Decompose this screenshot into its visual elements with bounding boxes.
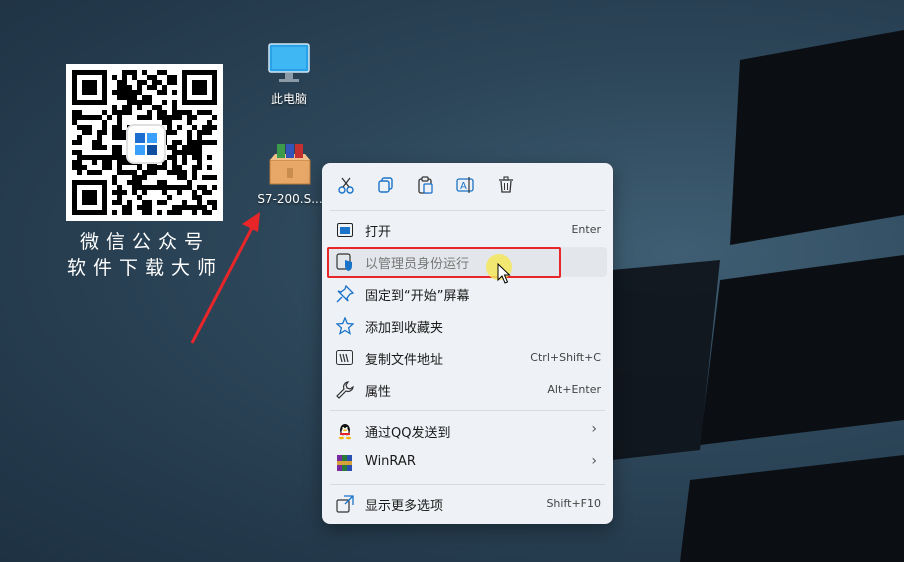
context-menu: A 打开 Enter 以管理员身份运行 固定到“开始”屏幕 添加到收藏夹 复制文… bbox=[322, 163, 613, 524]
paste-button[interactable] bbox=[412, 174, 438, 200]
menu-item-send-via-qq[interactable]: 通过QQ发送到 › bbox=[328, 416, 607, 446]
logo-icon bbox=[126, 124, 166, 164]
trash-icon bbox=[497, 176, 515, 198]
menu-item-copy-path[interactable]: 复制文件地址 Ctrl+Shift+C bbox=[328, 343, 607, 373]
menu-item-pin-to-start[interactable]: 固定到“开始”屏幕 bbox=[328, 279, 607, 309]
menu-item-label: 复制文件地址 bbox=[365, 353, 444, 368]
pin-icon bbox=[336, 285, 354, 303]
open-window-icon bbox=[336, 221, 354, 239]
desktop-icon-s7-200[interactable]: S7-200.S... bbox=[254, 140, 326, 206]
delete-button[interactable] bbox=[493, 174, 519, 200]
rename-icon: A bbox=[456, 176, 474, 198]
mouse-cursor-icon bbox=[497, 263, 511, 284]
star-icon bbox=[336, 317, 354, 335]
menu-item-label: 属性 bbox=[365, 385, 392, 400]
wrench-icon bbox=[336, 381, 354, 399]
menu-item-label: 固定到“开始”屏幕 bbox=[365, 289, 470, 304]
copy-button[interactable] bbox=[373, 174, 399, 200]
menu-item-add-to-favorites[interactable]: 添加到收藏夹 bbox=[328, 311, 607, 341]
svg-text:A: A bbox=[460, 181, 467, 192]
more-options-icon bbox=[336, 495, 354, 513]
qq-penguin-icon bbox=[336, 422, 354, 440]
menu-item-shortcut: Enter bbox=[571, 223, 601, 236]
desktop-icon-label: 此电脑 bbox=[270, 92, 307, 106]
copy-path-icon bbox=[336, 349, 354, 367]
menu-item-label: WinRAR bbox=[365, 454, 416, 469]
winrar-archive-icon bbox=[265, 140, 315, 186]
menu-item-label: 通过QQ发送到 bbox=[365, 426, 451, 441]
menu-item-shortcut: Ctrl+Shift+C bbox=[530, 351, 601, 364]
menu-item-label: 显示更多选项 bbox=[365, 499, 444, 514]
cut-button[interactable] bbox=[333, 174, 359, 200]
menu-separator bbox=[330, 484, 605, 485]
rename-button[interactable]: A bbox=[452, 174, 478, 200]
qr-code bbox=[66, 64, 223, 221]
menu-item-winrar[interactable]: WinRAR › bbox=[328, 448, 607, 478]
winrar-icon bbox=[336, 454, 354, 472]
scissors-icon bbox=[337, 176, 355, 198]
menu-separator bbox=[330, 210, 605, 211]
menu-separator bbox=[330, 410, 605, 411]
menu-toolbar: A bbox=[322, 163, 613, 209]
paste-icon bbox=[416, 176, 434, 198]
menu-item-label: 添加到收藏夹 bbox=[365, 321, 444, 336]
chevron-right-icon: › bbox=[591, 453, 597, 469]
desktop-icon-this-pc[interactable]: 此电脑 bbox=[256, 42, 322, 107]
menu-item-properties[interactable]: 属性 Alt+Enter bbox=[328, 375, 607, 405]
menu-item-shortcut: Shift+F10 bbox=[546, 497, 601, 510]
menu-item-show-more-options[interactable]: 显示更多选项 Shift+F10 bbox=[328, 489, 607, 519]
annotation-arrow bbox=[190, 212, 260, 344]
monitor-icon bbox=[267, 42, 311, 84]
annotation-highlight-box bbox=[327, 247, 561, 278]
menu-item-label: 打开 bbox=[365, 225, 392, 240]
copy-icon bbox=[377, 176, 395, 198]
menu-item-shortcut: Alt+Enter bbox=[547, 383, 601, 396]
menu-item-open[interactable]: 打开 Enter bbox=[328, 215, 607, 245]
chevron-right-icon: › bbox=[591, 421, 597, 437]
